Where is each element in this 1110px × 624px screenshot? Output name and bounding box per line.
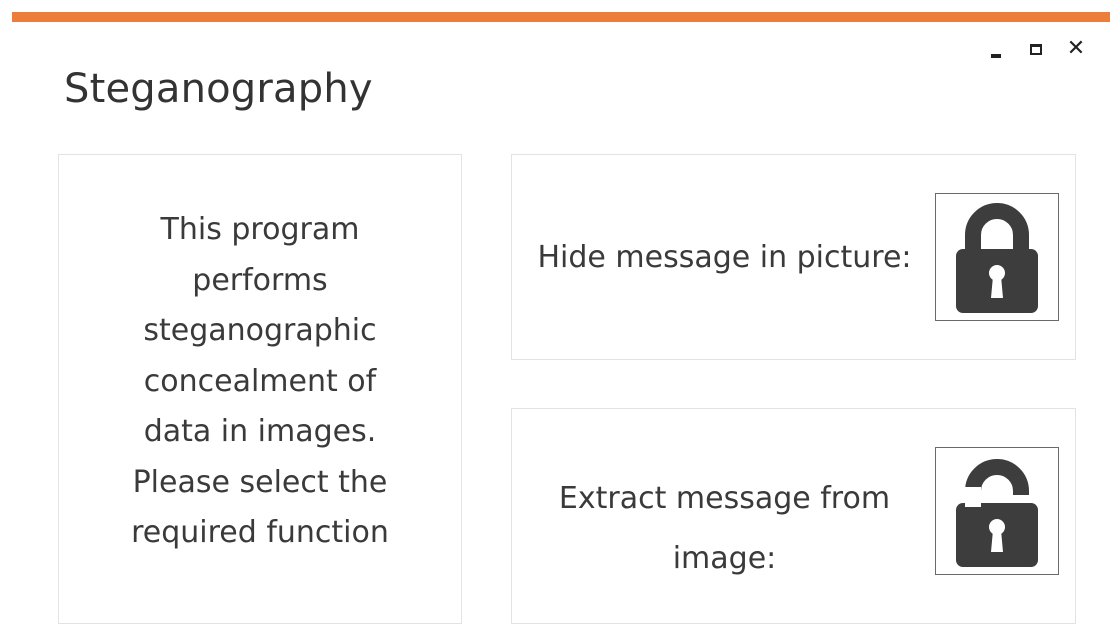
info-text-line: required function (131, 515, 389, 550)
info-panel: This program performs steganographic con… (58, 154, 462, 624)
info-text-line: data in images. (143, 414, 377, 449)
window-controls: ✕ (976, 32, 1096, 66)
hide-message-card[interactable]: Hide message in picture: (511, 154, 1076, 360)
extract-message-label: Extract message from image: (512, 469, 937, 589)
maximize-icon (1030, 43, 1042, 55)
maximize-button[interactable] (1016, 32, 1056, 66)
extract-message-button[interactable] (935, 447, 1059, 575)
app-title: Steganography (64, 66, 373, 112)
extract-message-card[interactable]: Extract message from image: (511, 408, 1076, 624)
info-text-line: performs (192, 262, 328, 298)
info-text: This program performs steganographic con… (59, 205, 461, 559)
hide-message-button[interactable] (935, 193, 1059, 321)
info-text-line: Please select the (132, 464, 388, 500)
extract-label-line: Extract message from (558, 481, 891, 516)
minimize-icon (991, 54, 1001, 58)
extract-label-line: image: (672, 541, 777, 576)
hide-message-label: Hide message in picture: (537, 240, 912, 275)
lock-closed-icon (956, 203, 1038, 313)
close-button[interactable]: ✕ (1056, 32, 1096, 66)
close-icon: ✕ (1066, 36, 1086, 61)
info-text-line: steganographic (143, 313, 377, 348)
info-text-line: concealment of (143, 363, 377, 399)
lock-open-icon (956, 459, 1038, 567)
info-text-line: This program (160, 212, 360, 247)
minimize-button[interactable] (976, 32, 1016, 66)
title-accent-bar (12, 12, 1110, 22)
